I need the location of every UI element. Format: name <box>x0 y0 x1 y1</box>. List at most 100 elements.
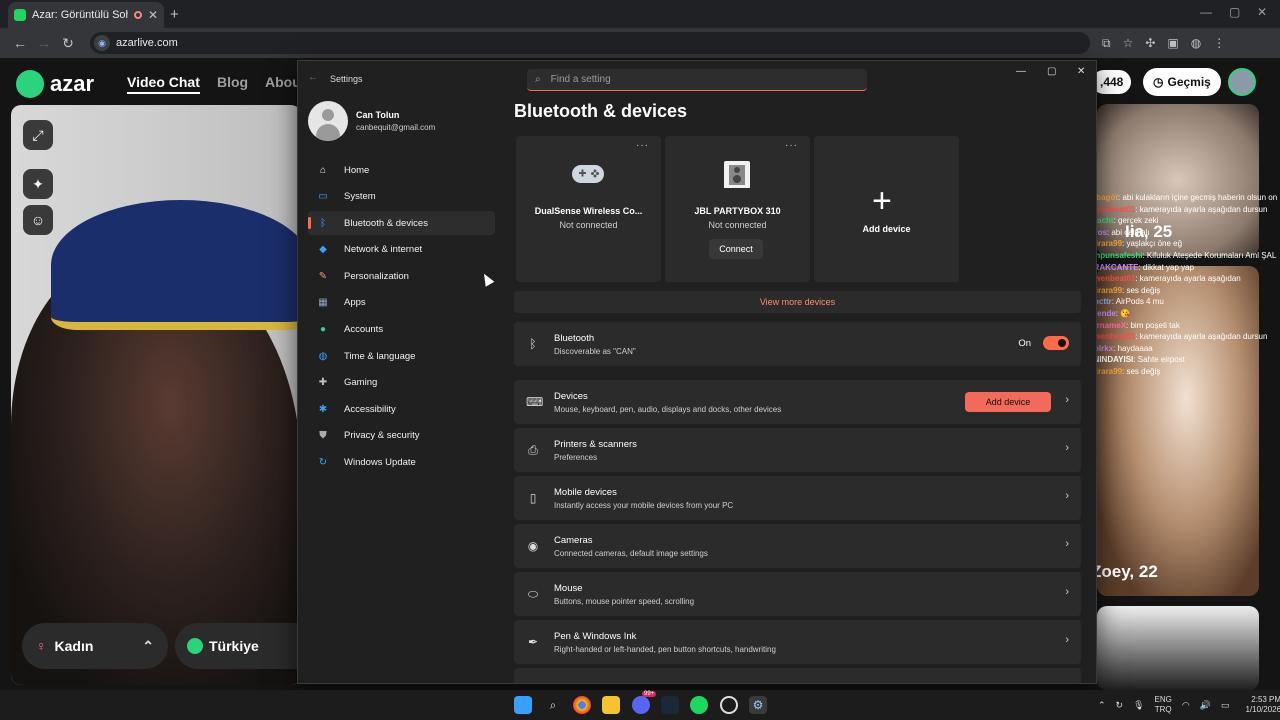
bookmark-star-icon[interactable]: ☆ <box>1123 36 1134 50</box>
settings-gear-icon[interactable]: ⚙ <box>749 696 767 714</box>
nav-item-network-internet[interactable]: ◆ Network & internet <box>308 238 495 262</box>
country-filter[interactable]: Türkiye <box>175 623 305 669</box>
close-window-icon[interactable]: ✕ <box>1257 5 1267 19</box>
user-name: Can Tolun <box>356 110 400 120</box>
profile-icon[interactable]: ◍ <box>1191 36 1201 50</box>
fullscreen-icon[interactable]: ⤢ <box>23 120 53 150</box>
clock[interactable]: 2:53 PM 1/10/2026 <box>1245 695 1280 715</box>
obs-icon[interactable] <box>720 696 738 714</box>
female-icon: ♀ <box>36 638 47 654</box>
back-icon[interactable]: ← <box>308 72 318 83</box>
file-explorer-icon[interactable] <box>602 696 620 714</box>
nav-item-home[interactable]: ⌂ Home <box>308 158 495 182</box>
device-card-jbl[interactable]: ··· JBL PARTYBOX 310 Not connected Conne… <box>665 136 810 282</box>
azar-logo[interactable]: azar <box>16 70 94 98</box>
nav-item-privacy-security[interactable]: ⛊ Privacy & security <box>308 424 495 448</box>
restore-icon[interactable]: ▢ <box>1229 5 1240 19</box>
battery-icon[interactable]: ▭ <box>1221 700 1230 711</box>
nav-item-label: Gaming <box>344 377 378 389</box>
avatar[interactable] <box>1228 68 1256 96</box>
wifi-icon[interactable]: ◠ <box>1182 700 1190 711</box>
nav-video-chat[interactable]: Video Chat <box>127 74 200 94</box>
chevron-right-icon: › <box>1065 394 1069 406</box>
chat-message: kadirara99: ses değiş <box>1082 285 1277 297</box>
settings-row-camera[interactable]: ◉ Cameras Connected cameras, default image… <box>514 524 1081 568</box>
cast-icon[interactable]: ⧉ <box>1102 36 1111 51</box>
nav-item-apps[interactable]: ▦ Apps <box>308 291 495 315</box>
settings-row-devices[interactable]: ⌨ Devices Mouse, keyboard, pen, audio, dis… <box>514 380 1081 424</box>
close-icon[interactable]: ✕ <box>1077 66 1085 77</box>
device-status: Not connected <box>708 220 767 230</box>
new-tab-icon[interactable]: + <box>170 6 179 23</box>
volume-icon[interactable]: 🔊 <box>1200 700 1211 711</box>
minimize-icon[interactable]: — <box>1016 66 1026 77</box>
nav-item-accessibility[interactable]: ✱ Accessibility <box>308 397 495 421</box>
nav-about[interactable]: Abou <box>265 74 301 90</box>
nav-item-windows-update[interactable]: ↻ Windows Update <box>308 451 495 475</box>
effects-icon[interactable]: ✦ <box>23 169 53 199</box>
mic-icon[interactable]: 🎙 <box>1133 700 1144 711</box>
minimize-icon[interactable]: — <box>1200 5 1212 19</box>
nav-item-accounts[interactable]: ● Accounts <box>308 318 495 342</box>
menu-icon[interactable]: ⋮ <box>1213 36 1225 50</box>
sticker-icon[interactable]: ☺ <box>23 205 53 235</box>
nav-item-time-language[interactable]: ◍ Time & language <box>308 344 495 368</box>
profile-card[interactable] <box>1097 606 1259 690</box>
search-icon: ⌕ <box>535 74 541 85</box>
history-button[interactable]: ◷ Geçmiş <box>1143 68 1221 96</box>
user-profile[interactable]: Can Tolun canbequit@gmail.com <box>308 101 435 141</box>
view-more-devices[interactable]: View more devices <box>514 291 1081 313</box>
nav-item-bluetooth-devices[interactable]: ᛒ Bluetooth & devices <box>308 211 495 236</box>
nav-item-system[interactable]: ▭ System <box>308 185 495 209</box>
gender-filter[interactable]: ♀ Kadın ⌃ <box>22 623 168 669</box>
settings-row-pen[interactable]: ✒ Pen & Windows Ink Right-handed or left-h… <box>514 620 1081 664</box>
search-icon[interactable]: ⌕ <box>544 696 562 714</box>
spotify-icon[interactable] <box>690 696 708 714</box>
sidepanel-icon[interactable]: ▣ <box>1167 36 1178 50</box>
add-device-button[interactable]: Add device <box>965 392 1051 412</box>
bluetooth-toggle[interactable] <box>1043 336 1069 350</box>
settings-row-mouse[interactable]: ⬭ Mouse Buttons, mouse pointer speed, scro… <box>514 572 1081 616</box>
nav-item-gaming[interactable]: ✚ Gaming <box>308 371 495 395</box>
extensions-icon[interactable]: ✣ <box>1145 36 1155 50</box>
device-card-dualsense[interactable]: ··· DualSense Wireless Co... Not connect… <box>516 136 661 282</box>
reload-icon[interactable]: ↻ <box>56 35 80 52</box>
address-bar[interactable]: ◉ azarlive.com <box>90 32 1090 54</box>
steam-icon[interactable] <box>661 696 679 714</box>
bluetooth-row[interactable]: ᛒ Bluetooth Discoverable as "CAN" On <box>514 322 1081 366</box>
gem-count[interactable]: ,448 <box>1092 70 1132 94</box>
chat-text: : kamerayıda ayarla aşağıdan <box>1135 274 1241 284</box>
chevron-up-icon[interactable]: ⌃ <box>1098 700 1106 711</box>
chevron-right-icon: › <box>1065 634 1069 646</box>
settings-row-autoplay[interactable]: ▶AutoPlay› <box>514 668 1081 683</box>
browser-tab[interactable]: Azar: Görüntülü Sohbet & V ✕ <box>8 2 164 28</box>
network-tray-icon[interactable]: ↻ <box>1116 700 1124 711</box>
webcam-cap <box>51 200 301 330</box>
discord-icon[interactable]: 99+ <box>632 691 657 714</box>
browser-toolbar: ← → ↻ ◉ azarlive.com ⧉ ☆ ✣ ▣ ◍ ⋮ <box>0 28 1280 58</box>
search-placeholder: Find a setting <box>550 74 611 85</box>
language-indicator[interactable]: ENG TRQ <box>1155 695 1172 714</box>
back-icon[interactable]: ← <box>8 35 32 51</box>
card-name: Zoey, 22 <box>1097 562 1158 581</box>
more-options-icon[interactable]: ··· <box>785 140 798 151</box>
tab-close-icon[interactable]: ✕ <box>148 8 158 22</box>
nav-item-personalization[interactable]: ✎ Personalization <box>308 264 495 288</box>
connect-button[interactable]: Connect <box>709 239 763 259</box>
url-text: azarlive.com <box>116 37 178 49</box>
settings-row-printer[interactable]: ⎙ Printers & scanners Preferences › <box>514 428 1081 472</box>
site-info-icon[interactable]: ◉ <box>94 35 110 51</box>
forward-icon[interactable]: → <box>32 35 56 51</box>
start-icon[interactable] <box>514 696 532 714</box>
settings-row-phone[interactable]: ▯ Mobile devices Instantly access your mob… <box>514 476 1081 520</box>
more-options-icon[interactable]: ··· <box>636 140 649 151</box>
lang-bottom: TRQ <box>1154 705 1172 714</box>
search-input[interactable]: ⌕ Find a setting <box>527 69 867 91</box>
row-title: Devices <box>554 390 588 402</box>
maximize-icon[interactable]: ▢ <box>1047 66 1056 77</box>
chat-message: vorfende: 😘 <box>1082 308 1277 320</box>
add-device-card[interactable]: + Add device <box>814 136 959 282</box>
chrome-icon[interactable] <box>573 696 591 714</box>
chat-message: Semcttr: AirPods 4 mu <box>1082 296 1277 308</box>
nav-blog[interactable]: Blog <box>217 74 248 90</box>
